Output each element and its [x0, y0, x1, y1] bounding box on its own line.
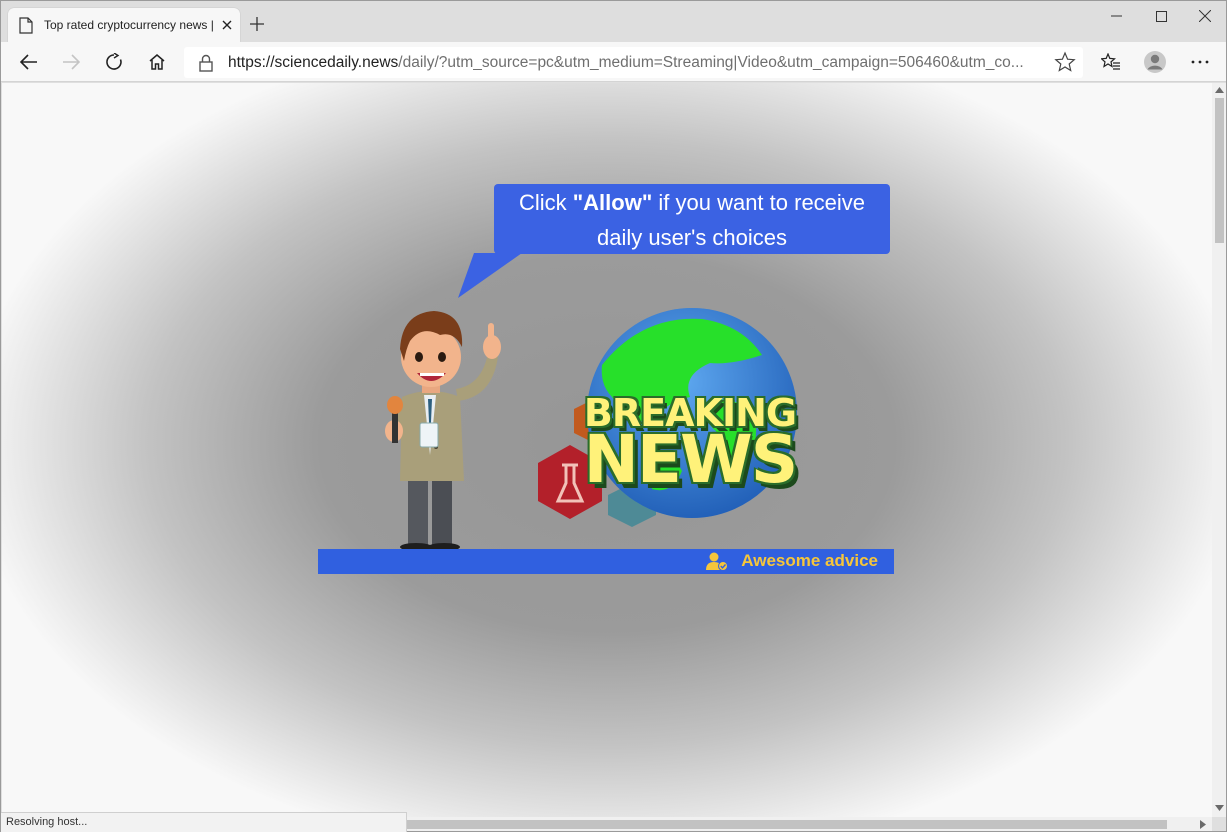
profile-avatar-icon[interactable]: [1140, 47, 1170, 77]
favorite-star-icon[interactable]: [1054, 51, 1076, 73]
tab-strip: Top rated cryptocurrency news |: [1, 1, 1226, 42]
lock-icon[interactable]: [198, 54, 214, 72]
news-text: NEWS: [583, 421, 799, 498]
url-text[interactable]: https://sciencedaily.news/daily/?utm_sou…: [228, 54, 1048, 72]
page-icon: [19, 17, 33, 34]
bubble-allow-word: "Allow": [572, 190, 653, 215]
scroll-up-arrow-icon[interactable]: [1215, 87, 1224, 93]
toolbar: https://sciencedaily.news/daily/?utm_sou…: [1, 42, 1226, 82]
awesome-advice-banner: Awesome advice: [318, 549, 894, 574]
home-icon[interactable]: [142, 47, 172, 77]
tab-close-icon[interactable]: [218, 16, 236, 34]
page-viewport: Click "Allow" if you want to receive dai…: [2, 83, 1212, 817]
bubble-text-pre: Click: [518, 190, 573, 215]
maximize-icon[interactable]: [1138, 1, 1184, 31]
user-check-icon: [706, 552, 728, 571]
browser-window: Top rated cryptocurrency news | https://…: [0, 0, 1227, 832]
horizontal-scroll-thumb[interactable]: [407, 820, 1167, 829]
scroll-right-arrow-icon[interactable]: [1200, 820, 1206, 829]
refresh-icon[interactable]: [99, 47, 129, 77]
new-tab-icon[interactable]: [247, 14, 267, 34]
minimize-icon[interactable]: [1093, 1, 1139, 31]
scroll-down-arrow-icon[interactable]: [1215, 805, 1224, 811]
url-host: https://sciencedaily.news: [228, 54, 399, 71]
address-bar[interactable]: https://sciencedaily.news/daily/?utm_sou…: [184, 47, 1083, 78]
bubble-tail: [458, 253, 522, 298]
banner-text: Awesome advice: [741, 551, 878, 570]
url-path: /daily/?utm_source=pc&utm_medium=Streami…: [398, 54, 1024, 71]
more-menu-icon[interactable]: [1185, 47, 1215, 77]
status-bar: Resolving host...: [1, 812, 407, 832]
vertical-scrollbar[interactable]: [1212, 83, 1226, 817]
favorites-icon[interactable]: [1096, 47, 1126, 77]
close-window-icon[interactable]: [1182, 1, 1227, 31]
vertical-scroll-thumb[interactable]: [1215, 98, 1224, 243]
tab-active[interactable]: Top rated cryptocurrency news |: [8, 8, 240, 42]
back-icon[interactable]: [14, 47, 44, 77]
tab-title: Top rated cryptocurrency news |: [44, 18, 214, 32]
forward-icon[interactable]: [56, 47, 86, 77]
reporter-illustration: [385, 311, 501, 550]
allow-prompt-bubble: Click "Allow" if you want to receive dai…: [494, 184, 890, 254]
